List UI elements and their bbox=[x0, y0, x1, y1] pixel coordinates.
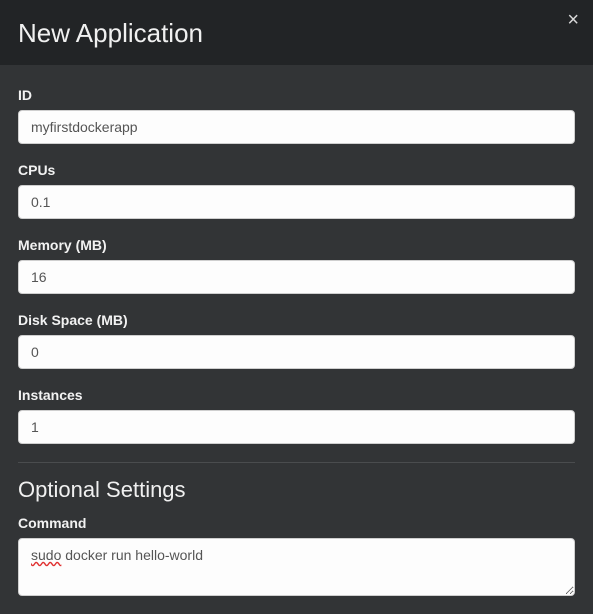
field-memory: Memory (MB) bbox=[18, 237, 575, 294]
label-cpus: CPUs bbox=[18, 162, 575, 178]
command-text-rest: docker run hello-world bbox=[61, 547, 203, 563]
label-disk: Disk Space (MB) bbox=[18, 312, 575, 328]
field-instances: Instances bbox=[18, 387, 575, 444]
input-cpus[interactable] bbox=[18, 185, 575, 219]
modal-body: ID CPUs Memory (MB) Disk Space (MB) Inst… bbox=[0, 65, 593, 614]
label-id: ID bbox=[18, 87, 575, 103]
label-command: Command bbox=[18, 515, 575, 531]
modal-title: New Application bbox=[18, 18, 575, 49]
label-instances: Instances bbox=[18, 387, 575, 403]
field-id: ID bbox=[18, 87, 575, 144]
field-command: Command sudo docker run hello-world bbox=[18, 515, 575, 596]
textarea-command[interactable]: sudo docker run hello-world bbox=[18, 538, 575, 596]
input-disk[interactable] bbox=[18, 335, 575, 369]
close-icon[interactable]: × bbox=[567, 10, 579, 30]
command-text-spellerror: sudo bbox=[31, 547, 61, 563]
new-application-modal: New Application × ID CPUs Memory (MB) Di… bbox=[0, 0, 593, 614]
modal-header: New Application × bbox=[0, 0, 593, 65]
label-memory: Memory (MB) bbox=[18, 237, 575, 253]
input-id[interactable] bbox=[18, 110, 575, 144]
divider bbox=[18, 462, 575, 463]
input-memory[interactable] bbox=[18, 260, 575, 294]
field-cpus: CPUs bbox=[18, 162, 575, 219]
optional-settings-title: Optional Settings bbox=[18, 477, 575, 503]
input-instances[interactable] bbox=[18, 410, 575, 444]
field-disk: Disk Space (MB) bbox=[18, 312, 575, 369]
